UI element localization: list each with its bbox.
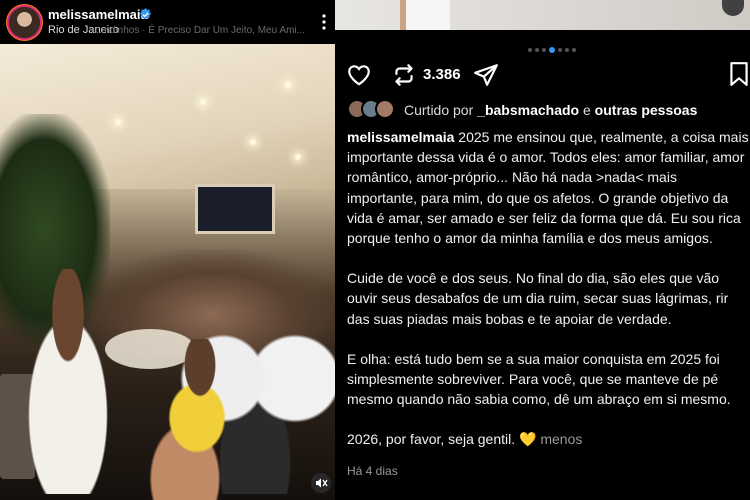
post-timestamp: Há 4 dias xyxy=(347,464,398,478)
ceiling-light xyxy=(115,119,121,125)
less-link[interactable]: menos xyxy=(540,431,582,447)
carousel-dot xyxy=(535,47,539,52)
more-options-icon[interactable] xyxy=(322,14,326,30)
photo-window xyxy=(195,184,275,234)
liked-by-user[interactable]: _babsmachado xyxy=(477,102,579,118)
mute-icon[interactable] xyxy=(311,473,331,493)
yellow-heart-icon: 💛 xyxy=(519,431,537,448)
avatar[interactable] xyxy=(9,7,40,38)
post-header: melissamelmaia Rio de Janeiro ...ndinhos… xyxy=(0,0,335,44)
ceiling-light xyxy=(285,82,291,88)
ceiling-light xyxy=(295,154,301,160)
caption-text: 2025 me ensinou que, realmente, a coisa … xyxy=(347,129,749,247)
caption-paragraph: 2026, por favor, seja gentil. 💛 menos xyxy=(347,429,750,449)
repost-count[interactable]: 3.386 xyxy=(423,66,461,83)
ceiling-light xyxy=(200,99,206,105)
carousel-dot xyxy=(558,47,562,52)
liked-by-text[interactable]: Curtido por _babsmachado e outras pessoa… xyxy=(404,102,697,118)
carousel-dot xyxy=(572,47,576,52)
share-icon[interactable] xyxy=(473,62,499,88)
caption-text: 2026, por favor, seja gentil. xyxy=(347,431,516,448)
carousel-dot xyxy=(565,47,569,52)
caption-paragraph: E olha: está tudo bem se a sua maior con… xyxy=(347,350,731,408)
caption-username[interactable]: melissamelmaia xyxy=(347,129,454,145)
carousel-indicator xyxy=(528,41,579,53)
verified-badge-icon xyxy=(139,8,152,20)
caption-paragraph: melissamelmaia 2025 me ensinou que, real… xyxy=(347,127,750,248)
ceiling-light xyxy=(250,139,256,145)
carousel-dot xyxy=(528,47,532,52)
photo-person-white-dress xyxy=(8,269,128,494)
mute-icon[interactable] xyxy=(722,0,744,16)
post-caption: melissamelmaia 2025 me ensinou que, real… xyxy=(347,127,750,470)
bookmark-icon[interactable] xyxy=(726,61,750,87)
post-photo[interactable] xyxy=(0,44,335,500)
post-details-panel: 3.386 Curtido por _babsmachado e outras … xyxy=(335,0,750,500)
heart-icon[interactable] xyxy=(346,62,372,88)
liked-by-others[interactable]: outras pessoas xyxy=(595,102,698,118)
repost-icon[interactable] xyxy=(391,62,417,88)
liked-by-prefix: Curtido por xyxy=(404,102,478,118)
post-username[interactable]: melissamelmaia xyxy=(48,7,148,22)
liked-by-joiner: e xyxy=(579,102,595,118)
post-audio-label[interactable]: ...ndinhos · É Preciso Dar Um Jeito, Meu… xyxy=(96,25,305,36)
carousel-dot xyxy=(542,47,546,52)
carousel-next-image-preview[interactable] xyxy=(335,0,750,30)
photo-person-yellow-dress xyxy=(125,339,275,500)
carousel-dot-active xyxy=(549,46,555,53)
post-media-panel: melissamelmaia Rio de Janeiro ...ndinhos… xyxy=(0,0,335,500)
liker-avatar xyxy=(375,99,395,119)
preview-figure xyxy=(400,0,450,30)
caption-paragraph: Cuide de você e dos seus. No final do di… xyxy=(347,270,729,327)
